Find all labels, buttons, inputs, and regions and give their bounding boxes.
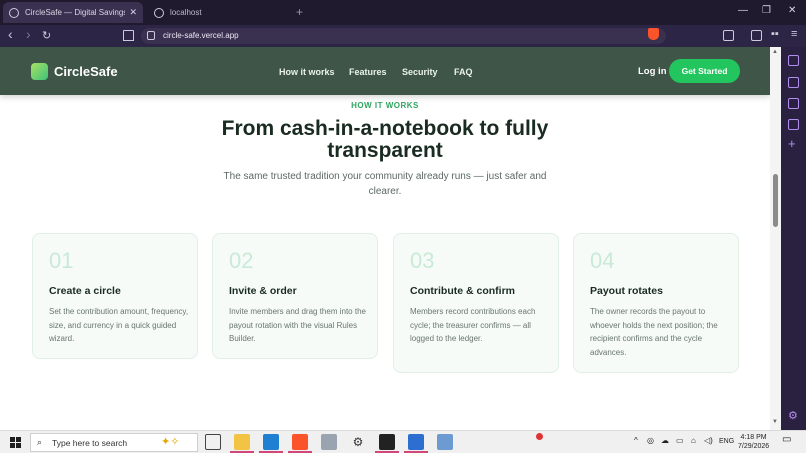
battery-icon[interactable]: ▭ <box>676 436 684 445</box>
globe-icon <box>9 7 19 18</box>
tab-localhost[interactable]: localhost <box>148 2 293 23</box>
brand-name[interactable]: CircleSafe <box>54 64 118 79</box>
forward-button[interactable]: › <box>26 26 31 42</box>
windows-start-icon[interactable] <box>10 437 21 448</box>
wallet-icon[interactable] <box>723 30 734 41</box>
search-icon: ⌕ <box>37 437 43 447</box>
scroll-up-icon[interactable]: ▲ <box>772 49 778 55</box>
back-button[interactable]: ‹ <box>8 26 13 42</box>
step-title: Invite & order <box>229 285 297 297</box>
step-number: 04 <box>590 248 615 273</box>
powershell-icon[interactable] <box>404 434 428 453</box>
step-card: 04 Payout rotates The owner records the … <box>573 233 739 373</box>
clock-date: 7/29/2026 <box>738 443 770 450</box>
tab-title: localhost <box>170 8 202 17</box>
nav-security[interactable]: Security <box>402 67 438 77</box>
address-toolbar: ‹ › ↻ circle-safe.vercel.app ▪▪ ≡ <box>0 25 806 47</box>
extensions-icon[interactable]: ▪▪ <box>771 28 779 40</box>
section-eyebrow: HOW IT WORKS <box>351 101 419 110</box>
step-title: Create a circle <box>49 285 121 297</box>
volume-icon[interactable]: ◁) <box>704 436 713 445</box>
history-icon[interactable] <box>788 119 799 130</box>
maximize-button[interactable]: ❐ <box>762 5 771 16</box>
page-viewport: CircleSafe How it works Features Securit… <box>0 47 770 430</box>
site-header: CircleSafe How it works Features Securit… <box>0 47 770 95</box>
browser-side-panel: + ⚙ <box>781 47 806 430</box>
step-number: 01 <box>49 248 74 273</box>
section-subtext: The same trusted tradition your communit… <box>223 171 547 197</box>
step-description: Invite members and drag them into the pa… <box>229 307 366 343</box>
close-tab-icon[interactable]: ✕ <box>129 7 137 18</box>
url-bar[interactable]: circle-safe.vercel.app <box>141 28 666 44</box>
tray-app-icon[interactable]: ◎ <box>647 436 654 445</box>
reload-button[interactable]: ↻ <box>42 29 51 42</box>
page-scrollbar[interactable]: ▲ ▼ <box>770 47 781 430</box>
step-number: 02 <box>229 248 254 273</box>
app-icon[interactable] <box>437 434 453 450</box>
url-text: circle-safe.vercel.app <box>163 31 239 40</box>
language-indicator[interactable]: ENG <box>719 438 734 445</box>
taskbar-search[interactable]: ⌕ Type here to search ✦✧ <box>30 433 198 452</box>
search-placeholder: Type here to search <box>52 438 128 448</box>
brave-browser-icon[interactable] <box>288 434 312 453</box>
reading-list-icon[interactable] <box>788 55 799 66</box>
tab-title: CircleSafe — Digital Savings Circ <box>25 8 126 17</box>
login-link[interactable]: Log in <box>638 66 667 77</box>
step-description: Members record contributions each cycle;… <box>410 307 536 343</box>
sparkle-icon: ✦✧ <box>161 436 180 448</box>
step-card: 03 Contribute & confirm Members record c… <box>393 233 559 373</box>
tab-circlesafe[interactable]: CircleSafe — Digital Savings Circ ✕ <box>3 2 143 23</box>
clock-time: 4:18 PM <box>740 434 767 441</box>
photos-icon[interactable] <box>321 434 337 450</box>
minimize-button[interactable]: — <box>738 5 748 16</box>
notification-center-icon[interactable]: ▭ <box>782 434 791 445</box>
get-started-button[interactable]: Get Started <box>669 59 740 83</box>
step-card: 02 Invite & order Invite members and dra… <box>212 233 378 359</box>
step-number: 03 <box>410 248 435 273</box>
circlesafe-logo-icon[interactable] <box>31 63 48 80</box>
onedrive-icon[interactable]: ☁ <box>661 436 669 445</box>
windows-taskbar: ⌕ Type here to search ✦✧ ⚙ ^ ◎ ☁ ▭ ⌂ ◁) … <box>0 430 806 453</box>
scroll-down-icon[interactable]: ▼ <box>772 419 778 425</box>
step-title: Contribute & confirm <box>410 285 515 297</box>
chevron-up-icon[interactable]: ^ <box>634 436 638 445</box>
nav-features[interactable]: Features <box>349 67 387 77</box>
step-description: Set the contribution amount, frequency, … <box>49 307 189 343</box>
clock[interactable]: 4:18 PM 7/29/2026 <box>738 433 769 451</box>
close-window-button[interactable]: ✕ <box>788 5 796 16</box>
network-icon[interactable]: ⌂ <box>691 436 696 445</box>
notification-badge-icon <box>536 433 543 440</box>
nav-how-it-works[interactable]: How it works <box>279 67 335 77</box>
step-card: 01 Create a circle Set the contribution … <box>32 233 198 359</box>
add-panel-icon[interactable]: + <box>788 137 796 150</box>
scrollbar-thumb[interactable] <box>773 174 778 227</box>
settings-icon[interactable]: ⚙ <box>350 434 366 450</box>
nav-faq[interactable]: FAQ <box>454 67 473 77</box>
section-headline: From cash-in-a-notebook to fully transpa… <box>221 117 549 162</box>
gear-icon[interactable]: ⚙ <box>788 409 798 422</box>
new-tab-button[interactable]: + <box>296 5 303 19</box>
wallet-panel-icon[interactable] <box>788 77 799 88</box>
file-explorer-icon[interactable] <box>230 434 254 453</box>
menu-icon[interactable]: ≡ <box>791 28 797 40</box>
bookmark-icon[interactable] <box>123 30 134 41</box>
brave-shields-icon[interactable] <box>648 28 659 40</box>
bookmarks-icon[interactable] <box>788 98 799 109</box>
task-view-icon[interactable] <box>205 434 221 450</box>
site-info-icon[interactable] <box>147 31 155 40</box>
step-title: Payout rotates <box>590 285 663 297</box>
vscode-icon[interactable] <box>259 434 283 453</box>
step-description: The owner records the payout to whoever … <box>590 307 718 357</box>
browser-tab-bar: CircleSafe — Digital Savings Circ ✕ loca… <box>0 0 806 25</box>
sidebar-toggle-icon[interactable] <box>751 30 762 41</box>
globe-icon <box>154 7 164 18</box>
terminal-icon[interactable] <box>375 434 399 453</box>
